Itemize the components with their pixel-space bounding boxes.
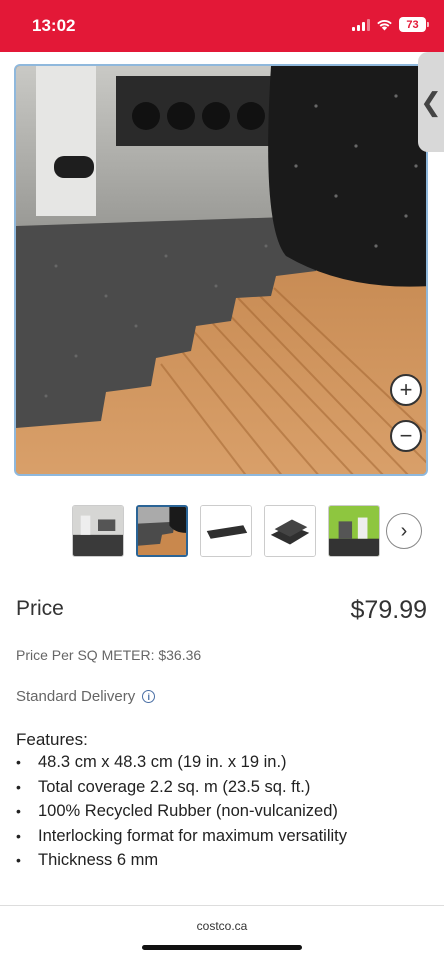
price-value: $79.99: [350, 596, 427, 624]
features-list: • 48.3 cm x 48.3 cm (19 in. x 19 in.) • To…: [16, 750, 347, 873]
feature-item: • Total coverage 2.2 sq. m (23.5 sq. ft.): [16, 777, 311, 796]
wifi-icon: [377, 19, 392, 31]
thumbnail-3[interactable]: [200, 505, 252, 557]
thumbnail-next-button[interactable]: ›: [386, 513, 422, 549]
zoom-out-button[interactable]: −: [390, 420, 422, 452]
battery-icon: 73: [399, 17, 429, 32]
thumbnail-2[interactable]: [136, 505, 188, 557]
delivery-label: Standard Delivery: [16, 688, 136, 705]
thumbnail-strip: [72, 505, 380, 557]
thumbnail-1[interactable]: [72, 505, 124, 557]
feature-item: • 100% Recycled Rubber (non-vulcanized): [16, 802, 338, 820]
zoom-in-button[interactable]: +: [390, 374, 422, 406]
status-bar: 13:02 73: [0, 0, 444, 52]
feature-item: • Interlocking format for maximum versati…: [16, 826, 347, 845]
info-icon[interactable]: i: [142, 690, 156, 703]
status-icons: 73: [352, 17, 429, 32]
home-indicator[interactable]: [142, 945, 302, 950]
site-domain[interactable]: costco.ca: [0, 919, 444, 933]
browser-footer: costco.ca: [0, 905, 444, 960]
feature-item: • Thickness 6 mm: [16, 851, 159, 869]
delivery-info: Standard Delivery i: [16, 688, 156, 705]
thumbnail-4[interactable]: [264, 505, 316, 557]
side-tab-collapse[interactable]: ❮: [418, 52, 444, 152]
thumbnail-5[interactable]: [328, 505, 380, 557]
product-main-image[interactable]: + −: [14, 64, 428, 476]
features-title: Features:: [16, 730, 88, 749]
signal-icon: [352, 18, 370, 31]
status-time: 13:02: [32, 16, 76, 35]
price-per-unit: Price Per SQ METER: $36.36: [16, 647, 202, 663]
feature-item: • 48.3 cm x 48.3 cm (19 in. x 19 in.): [16, 753, 287, 771]
price-label: Price: [16, 597, 64, 620]
